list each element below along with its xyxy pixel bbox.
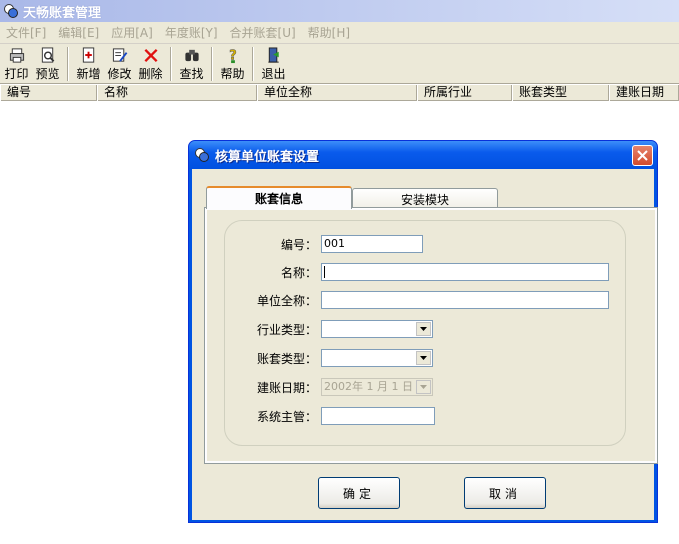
column-date[interactable]: 建账日期 bbox=[609, 85, 679, 101]
preview-icon bbox=[41, 47, 54, 63]
printer-icon bbox=[9, 48, 24, 63]
row-date: 建账日期： 2002年 1 月 1 日 bbox=[225, 377, 433, 397]
delete-icon bbox=[143, 48, 158, 63]
fields-group: 编号： 001 名称： 单位全称： 行业类型： 账套类型： 建账日期： 2002… bbox=[224, 220, 626, 446]
toolbar-separator bbox=[211, 47, 213, 81]
tab-panel: 编号： 001 名称： 单位全称： 行业类型： 账套类型： 建账日期： 2002… bbox=[204, 207, 658, 464]
edit-label: 修改 bbox=[107, 67, 132, 81]
row-name: 名称： bbox=[225, 262, 609, 282]
toolbar-separator bbox=[252, 47, 254, 81]
exit-label: 退出 bbox=[261, 67, 286, 81]
menu-merge[interactable]: 合并账套[U] bbox=[224, 24, 302, 41]
type-label: 账套类型： bbox=[256, 351, 317, 366]
text-cursor bbox=[324, 266, 325, 278]
column-fullname[interactable]: 单位全称 bbox=[257, 85, 417, 101]
account-setup-dialog: 核算单位账套设置 账套信息 安装模块 编号： 001 名称： 单位全称： 行业类… bbox=[188, 140, 658, 523]
new-document-icon bbox=[82, 47, 94, 63]
help-button[interactable]: ? 帮助 bbox=[217, 44, 248, 82]
name-input[interactable] bbox=[321, 263, 609, 281]
ok-button[interactable]: 确定 bbox=[318, 477, 400, 509]
toolbar: 打印 预览 新增 修改 删除 查找 ? 帮助 退出 bbox=[0, 44, 679, 84]
menu-edit[interactable]: 编辑[E] bbox=[52, 24, 105, 41]
industry-label: 行业类型： bbox=[256, 322, 317, 337]
print-label: 打印 bbox=[4, 67, 29, 81]
dropdown-arrow-icon[interactable] bbox=[416, 322, 431, 336]
industry-select[interactable] bbox=[321, 320, 433, 338]
window-title: 天畅账套管理 bbox=[23, 5, 102, 21]
industry-value bbox=[322, 322, 324, 335]
type-value bbox=[322, 351, 324, 364]
row-industry: 行业类型： bbox=[225, 319, 433, 339]
tab-account-info[interactable]: 账套信息 bbox=[206, 186, 352, 209]
toolbar-separator bbox=[170, 47, 172, 81]
delete-label: 删除 bbox=[138, 67, 163, 81]
print-button[interactable]: 打印 bbox=[1, 44, 32, 82]
tab-panel-content: 编号： 001 名称： 单位全称： 行业类型： 账套类型： 建账日期： 2002… bbox=[207, 210, 655, 461]
binoculars-icon bbox=[184, 49, 199, 62]
help-label: 帮助 bbox=[220, 67, 245, 81]
name-label: 名称： bbox=[280, 265, 317, 280]
column-type[interactable]: 账套类型 bbox=[512, 85, 609, 101]
column-industry[interactable]: 所属行业 bbox=[417, 85, 512, 101]
menu-file[interactable]: 文件[F] bbox=[0, 24, 52, 41]
column-name[interactable]: 名称 bbox=[97, 85, 257, 101]
dialog-body: 账套信息 安装模块 编号： 001 名称： 单位全称： 行业类型： 账套类型： … bbox=[192, 169, 658, 520]
fullname-input[interactable] bbox=[321, 291, 609, 309]
dropdown-arrow-icon bbox=[416, 380, 431, 394]
code-input[interactable]: 001 bbox=[321, 235, 423, 253]
date-label: 建账日期： bbox=[256, 380, 317, 395]
admin-input[interactable] bbox=[321, 407, 435, 425]
new-label: 新增 bbox=[76, 67, 101, 81]
date-picker: 2002年 1 月 1 日 bbox=[321, 378, 433, 396]
main-title-bar: 天畅账套管理 bbox=[0, 0, 679, 22]
edit-button[interactable]: 修改 bbox=[104, 44, 135, 82]
delete-button[interactable]: 删除 bbox=[135, 44, 166, 82]
admin-label: 系统主管： bbox=[256, 409, 317, 424]
find-button[interactable]: 查找 bbox=[176, 44, 207, 82]
preview-label: 预览 bbox=[35, 67, 60, 81]
date-value: 2002年 1 月 1 日 bbox=[324, 380, 413, 393]
type-select[interactable] bbox=[321, 349, 433, 367]
menu-apply[interactable]: 应用[A] bbox=[105, 24, 159, 41]
menu-year[interactable]: 年度账[Y] bbox=[159, 24, 224, 41]
close-button[interactable] bbox=[632, 145, 653, 166]
dialog-title: 核算单位账套设置 bbox=[215, 149, 320, 165]
close-icon bbox=[637, 150, 648, 161]
list-header: 编号 名称 单位全称 所属行业 账套类型 建账日期 bbox=[0, 85, 679, 101]
row-admin: 系统主管： bbox=[225, 406, 435, 426]
row-fullname: 单位全称： bbox=[225, 290, 609, 310]
new-button[interactable]: 新增 bbox=[73, 44, 104, 82]
menu-bar: 文件[F] 编辑[E] 应用[A] 年度账[Y] 合并账套[U] 帮助[H] bbox=[0, 22, 679, 44]
column-code[interactable]: 编号 bbox=[0, 85, 97, 101]
preview-button[interactable]: 预览 bbox=[32, 44, 63, 82]
dialog-icon bbox=[194, 147, 210, 163]
find-label: 查找 bbox=[179, 67, 204, 81]
dialog-title-bar[interactable]: 核算单位账套设置 bbox=[189, 141, 657, 169]
exit-button[interactable]: 退出 bbox=[258, 44, 289, 82]
tab-install-modules[interactable]: 安装模块 bbox=[352, 188, 498, 209]
exit-door-icon bbox=[267, 47, 279, 63]
help-icon: ? bbox=[228, 48, 236, 63]
cancel-button[interactable]: 取消 bbox=[464, 477, 546, 509]
row-type: 账套类型： bbox=[225, 348, 433, 368]
row-code: 编号： 001 bbox=[225, 234, 423, 254]
fullname-label: 单位全称： bbox=[256, 293, 317, 308]
edit-icon bbox=[112, 48, 127, 62]
dropdown-arrow-icon[interactable] bbox=[416, 351, 431, 365]
app-icon bbox=[3, 3, 19, 19]
toolbar-separator bbox=[67, 47, 69, 81]
code-label: 编号： bbox=[280, 237, 317, 252]
menu-help[interactable]: 帮助[H] bbox=[302, 24, 356, 41]
